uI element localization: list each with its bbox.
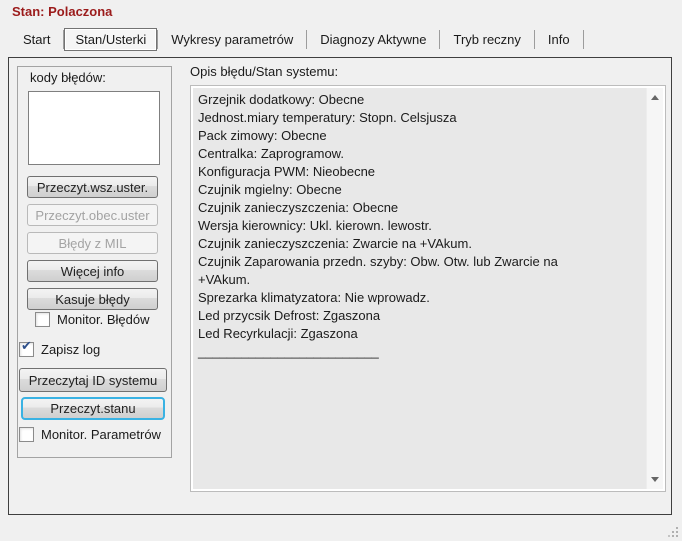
vertical-scrollbar[interactable] bbox=[646, 88, 663, 489]
status-line: Czujnik mgielny: Obecne bbox=[198, 182, 342, 197]
status-line: Czujnik Zaparowania przedn. szyby: Obw. … bbox=[198, 254, 558, 269]
monitor-errors-checkbox[interactable]: Monitor. Błędów bbox=[35, 312, 150, 327]
status-line: +VAkum. bbox=[198, 272, 251, 287]
tab-tryb-reczny[interactable]: Tryb reczny bbox=[440, 28, 533, 51]
app-window: Stan: Polaczona Start Stan/Usterki Wykre… bbox=[0, 0, 682, 541]
checkbox-box[interactable]: ✔ bbox=[19, 338, 34, 357]
status-line: Led przycsik Defrost: Zgaszona bbox=[198, 308, 381, 323]
scroll-down-icon[interactable] bbox=[651, 477, 659, 482]
status-line: Sprezarka klimatyzatora: Nie wprowadz. bbox=[198, 290, 430, 305]
status-line: Pack zimowy: Obecne bbox=[198, 128, 327, 143]
status-separator-line: _________________________ bbox=[198, 344, 379, 359]
checkbox-box[interactable] bbox=[19, 427, 34, 442]
status-panel-title: Opis błędu/Stan systemu: bbox=[190, 64, 339, 79]
read-system-id-button[interactable]: Przeczytaj ID systemu bbox=[19, 368, 167, 392]
status-line: Led Recyrkulacji: Zgaszona bbox=[198, 326, 358, 341]
status-line: Czujnik zanieczyszczenia: Obecne bbox=[198, 200, 399, 215]
status-line: Centralka: Zaprogramow. bbox=[198, 146, 344, 161]
scroll-up-icon[interactable] bbox=[651, 95, 659, 100]
checkbox-label: Monitor. Parametrów bbox=[41, 427, 161, 442]
connection-status-label: Stan: Polaczona bbox=[12, 4, 113, 19]
status-line: Grzejnik dodatkowy: Obecne bbox=[198, 92, 365, 107]
status-line: Jednost.miary temperatury: Stopn. Celsju… bbox=[198, 110, 457, 125]
monitor-parameters-checkbox[interactable]: Monitor. Parametrów bbox=[19, 427, 161, 442]
tab-separator bbox=[582, 30, 584, 49]
save-log-checkbox[interactable]: ✔ Zapisz log bbox=[19, 338, 101, 357]
read-all-faults-button[interactable]: Przeczyt.wsz.uster. bbox=[27, 176, 158, 198]
system-status-text: Grzejnik dodatkowy: Obecne Jednost.miary… bbox=[193, 88, 646, 489]
resize-grip-icon[interactable] bbox=[676, 527, 678, 529]
clear-errors-button[interactable]: Kasuje błędy bbox=[27, 288, 158, 310]
checkbox-label: Zapisz log bbox=[41, 342, 101, 357]
read-current-faults-button[interactable]: Przeczyt.obec.uster bbox=[27, 204, 158, 226]
status-line: Czujnik zanieczyszczenia: Zwarcie na +VA… bbox=[198, 236, 472, 251]
status-line: Wersja kierownicy: Ukl. kierown. lewostr… bbox=[198, 218, 432, 233]
tab-info[interactable]: Info bbox=[535, 28, 583, 51]
read-status-button[interactable]: Przeczyt.stanu bbox=[21, 397, 165, 420]
status-line: Konfiguracja PWM: Nieobecne bbox=[198, 164, 376, 179]
system-status-textarea[interactable]: Grzejnik dodatkowy: Obecne Jednost.miary… bbox=[190, 85, 666, 492]
tab-bar: Start Stan/Usterki Wykresy parametrów Di… bbox=[10, 26, 584, 53]
error-codes-listbox[interactable] bbox=[28, 91, 160, 165]
checkbox-box[interactable] bbox=[35, 312, 50, 327]
checkmark-icon: ✔ bbox=[21, 338, 32, 353]
tab-stan-usterki[interactable]: Stan/Usterki bbox=[64, 28, 158, 51]
more-info-button[interactable]: Więcej info bbox=[27, 260, 158, 282]
tab-wykresy-parametrow[interactable]: Wykresy parametrów bbox=[158, 28, 306, 51]
mil-errors-button[interactable]: Błędy z MIL bbox=[27, 232, 158, 254]
checkbox-label: Monitor. Błędów bbox=[57, 312, 150, 327]
tab-diagnozy-aktywne[interactable]: Diagnozy Aktywne bbox=[307, 28, 439, 51]
tab-start[interactable]: Start bbox=[10, 28, 63, 51]
error-codes-label: kody błędów: bbox=[30, 70, 106, 85]
